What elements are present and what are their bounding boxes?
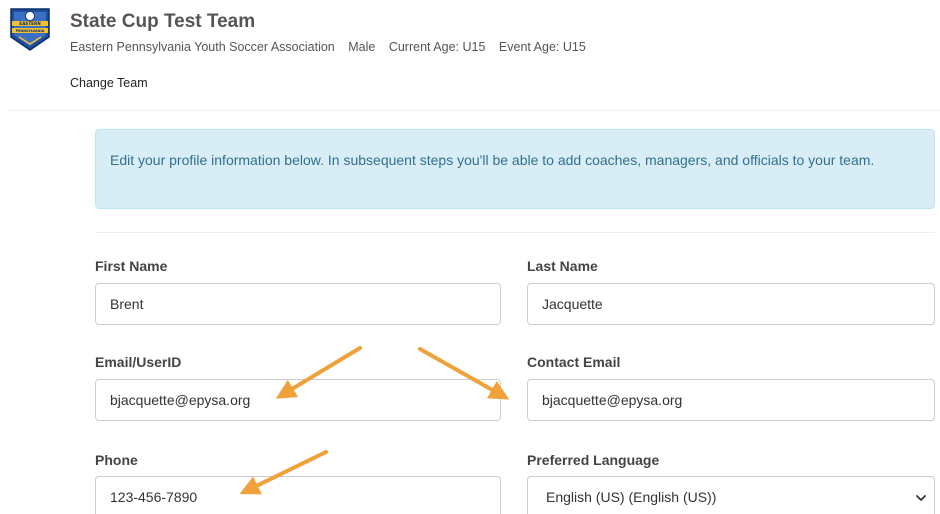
logo-text-bottom: PENNSYLVANIA bbox=[16, 29, 45, 33]
logo-text-top: EASTERN bbox=[19, 21, 41, 26]
email-userid-input[interactable] bbox=[95, 379, 501, 421]
first-name-input[interactable] bbox=[95, 283, 501, 325]
info-alert: Edit your profile information below. In … bbox=[95, 129, 935, 209]
team-meta: Eastern Pennsylvania Youth Soccer Associ… bbox=[70, 40, 596, 54]
preferred-language-value: English (US) (English (US)) bbox=[546, 489, 717, 505]
form-divider bbox=[95, 232, 935, 233]
phone-input[interactable] bbox=[95, 476, 501, 514]
chevron-down-icon bbox=[916, 495, 926, 501]
last-name-label: Last Name bbox=[527, 258, 598, 274]
contact-email-input[interactable] bbox=[527, 379, 935, 421]
preferred-language-label: Preferred Language bbox=[527, 452, 660, 468]
team-gender: Male bbox=[348, 40, 376, 54]
team-event-age: Event Age: U15 bbox=[498, 40, 586, 54]
team-header: EASTERN PENNSYLVANIA State Cup Test Team… bbox=[0, 0, 940, 110]
contact-email-label: Contact Email bbox=[527, 354, 621, 370]
phone-label: Phone bbox=[95, 452, 138, 468]
team-association: Eastern Pennsylvania Youth Soccer Associ… bbox=[70, 40, 335, 54]
preferred-language-select[interactable]: English (US) (English (US)) bbox=[527, 476, 935, 514]
header-divider bbox=[8, 110, 940, 111]
last-name-input[interactable] bbox=[527, 283, 935, 325]
email-userid-label: Email/UserID bbox=[95, 354, 182, 370]
association-logo: EASTERN PENNSYLVANIA bbox=[10, 8, 50, 51]
team-name: State Cup Test Team bbox=[70, 11, 256, 32]
change-team-link[interactable]: Change Team bbox=[70, 76, 148, 90]
team-current-age: Current Age: U15 bbox=[388, 40, 486, 54]
first-name-label: First Name bbox=[95, 258, 168, 274]
